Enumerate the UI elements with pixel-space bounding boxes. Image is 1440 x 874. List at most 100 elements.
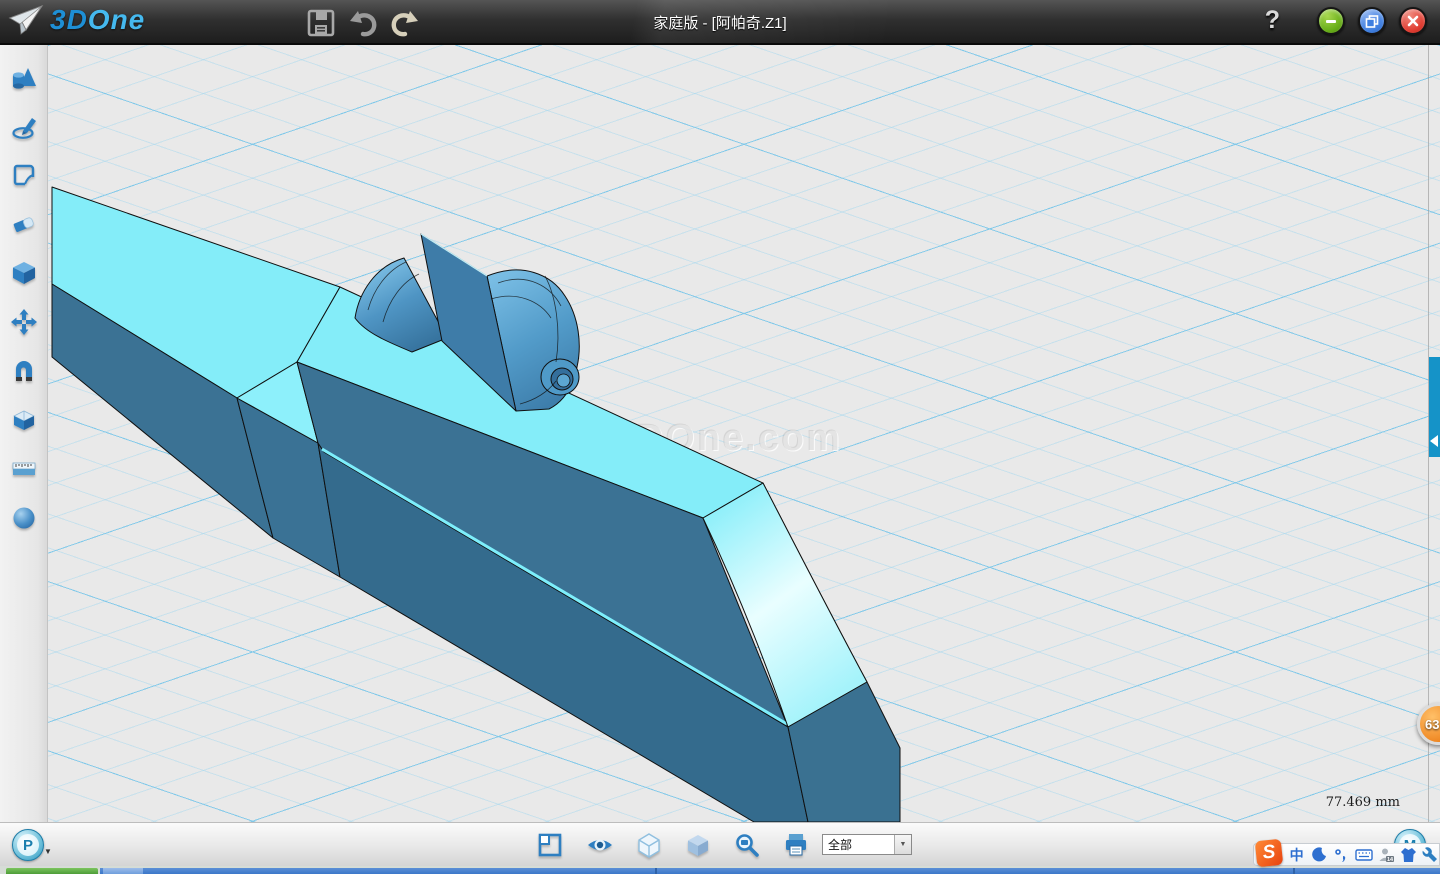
- measurement-readout: 77.469 mm: [1326, 795, 1400, 810]
- view-toolbar: P ▼: [0, 822, 1440, 866]
- collapsed-panel-tab[interactable]: [1429, 357, 1440, 457]
- tail-end-face: [237, 398, 340, 577]
- save-floppy-icon: [307, 9, 335, 37]
- punctuation-icon[interactable]: [1332, 846, 1349, 864]
- taskbar-separator-2: [1293, 868, 1295, 874]
- nose-far-side-face: [763, 483, 867, 682]
- ruler-icon: [11, 456, 37, 482]
- sketch-pencil-icon: [11, 114, 37, 140]
- profile-caret-icon[interactable]: ▼: [44, 847, 52, 856]
- sogou-logo-icon[interactable]: S: [1255, 839, 1284, 868]
- tool-edit-sketch-button[interactable]: [10, 161, 38, 189]
- ime-toolbar: S 中 14: [1253, 843, 1440, 866]
- logo-one: One: [88, 4, 145, 35]
- viewport-canvas[interactable]: i3DOne.com: [48, 45, 1440, 822]
- cockpit-module: [355, 234, 579, 411]
- close-button[interactable]: [1399, 7, 1427, 35]
- filter-dropdown[interactable]: 全部 ▼: [822, 834, 912, 855]
- nose-front-face: [788, 682, 900, 822]
- zoom-view-button[interactable]: [733, 831, 761, 859]
- taskbar-start-segment[interactable]: [6, 868, 98, 874]
- tail-top-face: [52, 187, 340, 398]
- soft-keyboard-icon[interactable]: [1355, 846, 1373, 864]
- logo-3d: 3D: [50, 4, 88, 35]
- community-badge[interactable]: 63: [1417, 703, 1440, 745]
- watermark: i3DOne.com: [600, 417, 842, 460]
- tool-measure-button[interactable]: [10, 455, 38, 483]
- close-icon: [1406, 14, 1420, 28]
- gun-barrel-outer: [541, 359, 579, 395]
- move-arrows-icon: [11, 309, 37, 335]
- magnifier-icon: [734, 832, 760, 858]
- tool-erase-button[interactable]: [10, 210, 38, 238]
- taskbar-segment[interactable]: [100, 868, 1440, 874]
- cockpit-contour-lines: [368, 262, 561, 404]
- chine-highlight-edge: [322, 449, 787, 724]
- fullwidth-moon-icon[interactable]: [1310, 846, 1327, 864]
- profile-p-label: P: [17, 834, 39, 856]
- tool-material-button[interactable]: [10, 504, 38, 532]
- shaded-view-button[interactable]: [684, 831, 712, 859]
- eye-icon: [586, 832, 614, 858]
- solid-shapes-icon: [11, 65, 37, 91]
- ime-chinese-mode-button[interactable]: 中: [1288, 846, 1305, 864]
- app-logo: 3DOne: [8, 4, 145, 36]
- redo-button[interactable]: [389, 7, 421, 39]
- svg-text:14: 14: [1387, 856, 1394, 862]
- eraser-icon: [11, 211, 37, 237]
- application-window: 3DOne 家庭版 - [阿帕奇.Z1] ?: [0, 0, 1440, 874]
- minimize-icon: [1324, 14, 1338, 28]
- filter-dropdown-value: 全部: [823, 836, 894, 853]
- open-box-icon: [11, 407, 37, 433]
- visibility-button[interactable]: [586, 831, 614, 859]
- restore-icon: [1365, 14, 1379, 28]
- tool-move-button[interactable]: [10, 308, 38, 336]
- settings-wrench-icon[interactable]: [1422, 846, 1439, 864]
- windshield-panel: [421, 234, 516, 411]
- layout-corner-icon: [537, 832, 563, 858]
- tool-solids-button[interactable]: [10, 64, 38, 92]
- tool-combine-button[interactable]: [10, 406, 38, 434]
- lower-hull-face: [318, 443, 808, 822]
- cockpit-pod: [487, 270, 579, 411]
- magnet-icon: [11, 358, 37, 384]
- windshield-edge-highlight: [421, 234, 487, 276]
- profile-p-button[interactable]: P: [12, 829, 44, 861]
- undo-arrow-icon: [348, 9, 378, 37]
- os-taskbar-sliver: [0, 866, 1440, 874]
- wedge-top-face: [237, 362, 318, 443]
- expand-left-arrow-icon: [1430, 435, 1438, 447]
- cube-icon: [11, 260, 37, 286]
- taskbar-separator: [655, 868, 657, 874]
- tool-features-button[interactable]: [10, 259, 38, 287]
- fuselage-top-face: [297, 287, 763, 518]
- help-button[interactable]: ?: [1265, 6, 1280, 35]
- restore-button[interactable]: [1358, 7, 1386, 35]
- gun-barrel-bore: [557, 374, 570, 387]
- undo-button[interactable]: [347, 7, 379, 39]
- print-button[interactable]: [782, 831, 810, 859]
- gun-barrel-ring: [551, 368, 573, 390]
- user-level-icon[interactable]: 14: [1378, 846, 1395, 864]
- tool-sketch-button[interactable]: [10, 113, 38, 141]
- wireframe-view-button[interactable]: [635, 831, 663, 859]
- save-button[interactable]: [305, 7, 337, 39]
- paper-plane-icon: [8, 4, 44, 36]
- tail-side-face: [52, 284, 273, 538]
- shaded-cube-icon: [685, 832, 711, 858]
- app-logo-text: 3DOne: [50, 4, 145, 36]
- tool-sidebar: [0, 45, 48, 822]
- sphere-icon: [11, 505, 37, 531]
- skin-shirt-icon[interactable]: [1400, 846, 1417, 864]
- nose-slope-face: [703, 483, 867, 727]
- cockpit-hood: [355, 258, 447, 352]
- minimize-button[interactable]: [1317, 7, 1345, 35]
- rounded-rect-icon: [11, 162, 37, 188]
- taskbar-active-segment[interactable]: [103, 868, 143, 874]
- redo-arrow-icon: [390, 9, 420, 37]
- dropdown-arrow-icon[interactable]: ▼: [894, 835, 911, 854]
- layout-view-button[interactable]: [536, 831, 564, 859]
- printer-icon: [783, 832, 809, 858]
- tool-constrain-button[interactable]: [10, 357, 38, 385]
- window-title: 家庭版 - [阿帕奇.Z1]: [653, 12, 786, 33]
